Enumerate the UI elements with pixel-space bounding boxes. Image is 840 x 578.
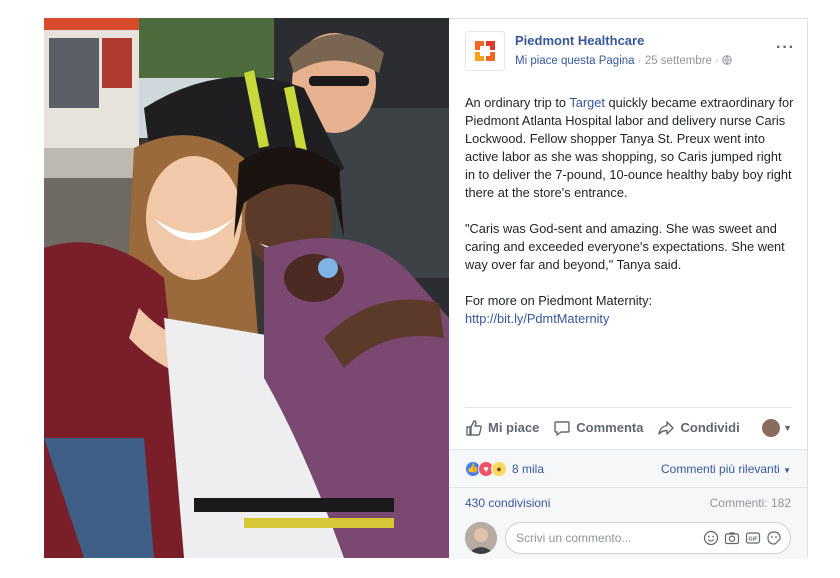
comment-input[interactable] [516,531,698,545]
post-header: Piedmont Healthcare Mi piace questa Pagi… [465,31,795,75]
sticker-icon[interactable] [766,530,782,546]
comment-label: Commenta [576,420,644,435]
like-label: Mi piace [488,420,540,435]
more-options-icon[interactable]: ··· [776,39,795,57]
avatar[interactable] [465,522,497,554]
thumbs-up-icon [466,419,482,436]
post-panel: Piedmont Healthcare Mi piace questa Pagi… [449,18,808,559]
reaction-count[interactable]: 8 mila [512,462,544,476]
maternity-link[interactable]: http://bit.ly/PdmtMaternity [465,311,609,326]
page-name[interactable]: Piedmont Healthcare [515,33,644,48]
comments-count: Commenti: 182 [709,495,791,510]
like-button[interactable]: Mi piace [465,419,539,437]
speech-bubble-icon [554,420,570,436]
post-body: An ordinary trip to Target quickly becam… [465,94,795,346]
reactions-row: 👍 ♥ ● 8 mila Commenti più rilevanti ▼ [449,449,807,487]
share-arrow-icon [658,420,675,435]
comment-button[interactable]: Commenta [553,419,643,437]
post-as-selector[interactable]: ▼ [762,418,792,437]
wow-reaction-icon[interactable]: ● [491,460,507,477]
stats-row: 430 condivisioni Commenti: 182 [449,487,807,517]
chevron-down-icon: ▼ [783,422,792,433]
globe-icon [722,55,732,65]
post-paragraph-3: For more on Piedmont Maternity: http://b… [465,293,653,326]
meta-separator: · [637,55,642,67]
comment-box: GIF [505,522,791,554]
post-photo[interactable] [44,18,449,558]
post-paragraph-1: An ordinary trip to Target quickly becam… [465,95,794,200]
post-meta: Mi piace questa Pagina · 25 settembre · [515,55,732,67]
shares-count[interactable]: 430 condivisioni [465,496,550,510]
action-bar: Mi piace Commenta Condividi ▼ [465,407,792,447]
comment-composer: GIF [449,517,807,559]
gif-icon[interactable]: GIF [745,530,761,546]
post-date[interactable]: 25 settembre [645,55,712,67]
target-link[interactable]: Target [569,95,605,110]
post-paragraph-2: "Caris was God-sent and amazing. She was… [465,221,785,272]
share-button[interactable]: Condividi [657,419,740,437]
emoji-icon[interactable] [703,530,719,546]
comment-sort-dropdown[interactable]: Commenti più rilevanti ▼ [661,462,791,476]
meta-separator-2: · [715,55,719,67]
share-label: Condividi [680,420,740,435]
page-avatar[interactable] [465,31,505,71]
chevron-down-icon: ▼ [783,465,791,475]
svg-text:GIF: GIF [748,537,758,543]
camera-icon[interactable] [724,530,740,546]
avatar [762,418,781,437]
like-page-link[interactable]: Mi piace questa Pagina [515,55,635,67]
piedmont-logo-icon [475,41,495,61]
